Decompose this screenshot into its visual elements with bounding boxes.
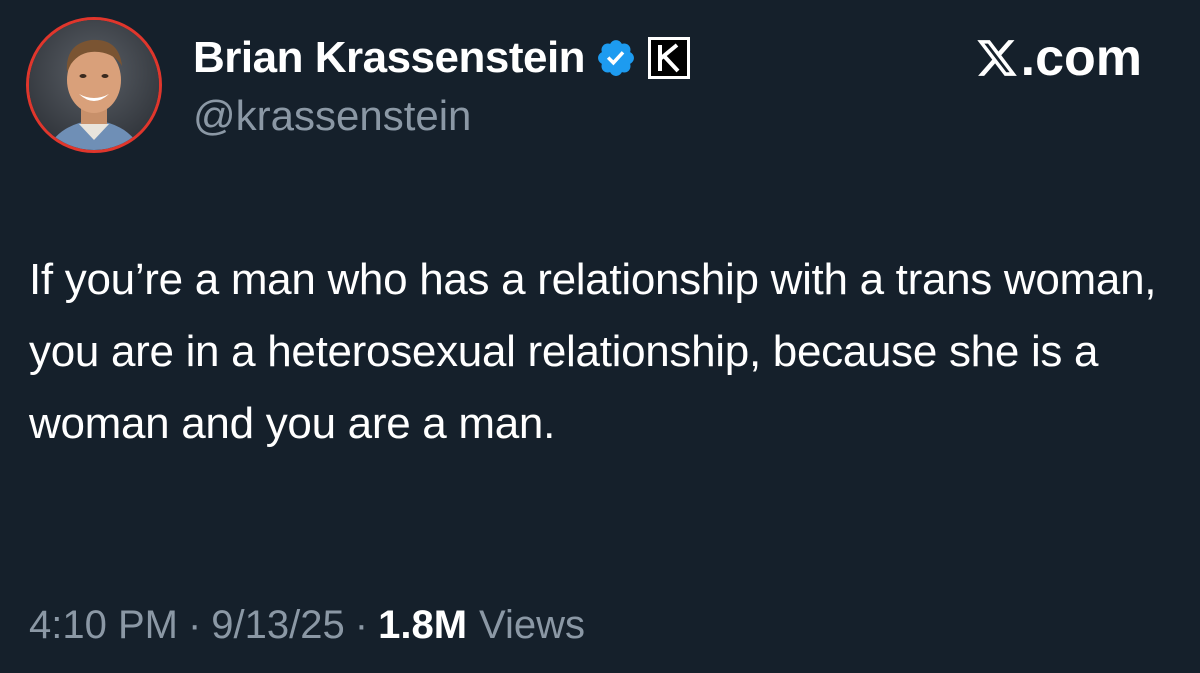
author-name-row: Brian Krassenstein bbox=[193, 30, 691, 86]
tweet-date[interactable]: 9/13/25 bbox=[211, 603, 344, 648]
author-handle[interactable]: @krassenstein bbox=[193, 92, 471, 140]
tweet-text: If you’re a man who has a relationship w… bbox=[29, 255, 1157, 448]
views-label: Views bbox=[479, 603, 586, 647]
author-display-name[interactable]: Brian Krassenstein bbox=[193, 33, 586, 83]
meta-separator: · bbox=[187, 603, 202, 647]
tweet-card: Brian Krassenstein @krassenstein .com If… bbox=[0, 0, 1200, 673]
avatar[interactable] bbox=[26, 17, 162, 153]
tweet-meta: 4:10 PM · 9/13/25 · 1.8M Views bbox=[29, 603, 585, 648]
tweet-time[interactable]: 4:10 PM bbox=[29, 603, 178, 648]
x-logo-icon bbox=[976, 40, 1017, 76]
meta-separator: · bbox=[354, 603, 369, 647]
brand-suffix: .com bbox=[1020, 29, 1142, 87]
affiliate-k-badge-icon[interactable] bbox=[647, 36, 691, 80]
avatar-photo bbox=[29, 20, 159, 150]
brand-xcom: .com bbox=[975, 28, 1142, 88]
verified-badge-icon bbox=[598, 40, 634, 76]
views-count: 1.8M bbox=[378, 603, 468, 647]
